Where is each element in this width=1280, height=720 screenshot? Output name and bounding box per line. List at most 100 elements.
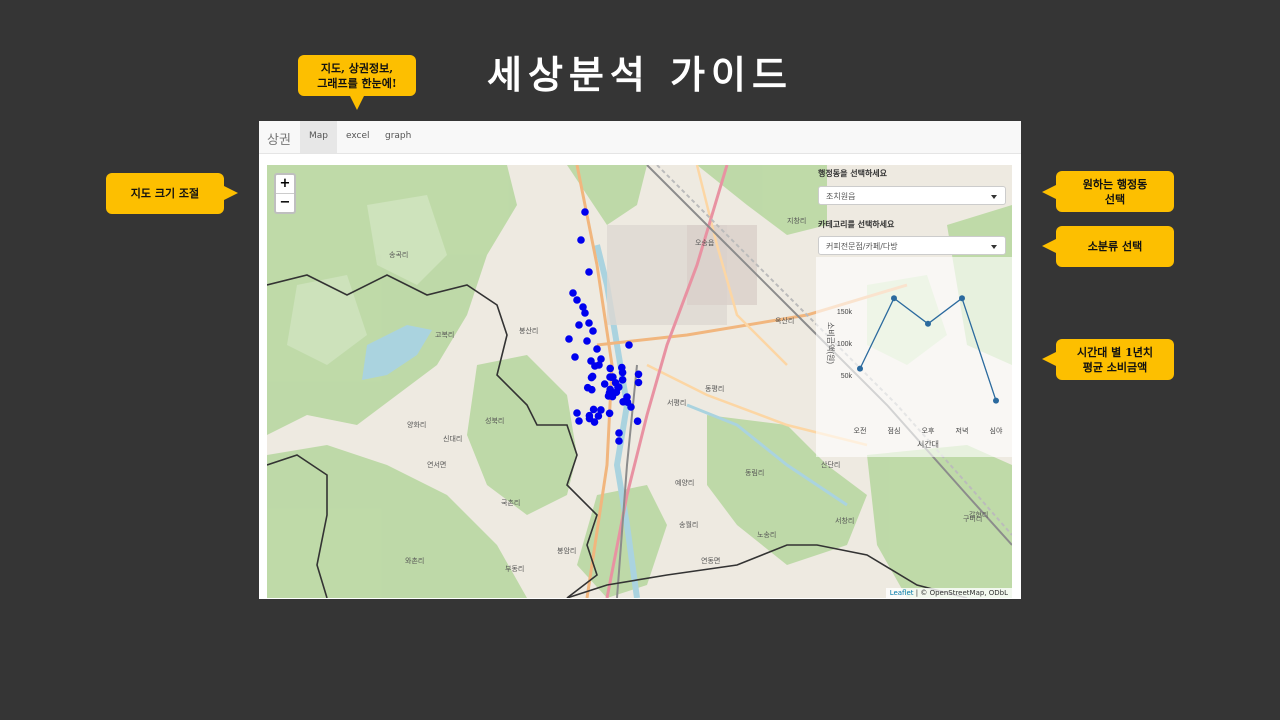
dong-select-value: 조치원읍 [826, 192, 856, 201]
store-marker[interactable] [607, 373, 616, 381]
store-marker[interactable] [585, 319, 593, 327]
leaflet-link[interactable]: Leaflet [890, 589, 914, 597]
store-marker[interactable] [575, 321, 583, 329]
store-marker[interactable] [615, 383, 623, 391]
zoom-in-button[interactable]: + [276, 175, 294, 193]
y-tick-label: 100k [837, 341, 853, 348]
store-marker[interactable] [618, 376, 627, 384]
map-place-label: 갈현리 [969, 510, 988, 519]
data-point[interactable] [891, 295, 897, 302]
store-marker[interactable] [615, 437, 623, 445]
store-marker[interactable] [591, 362, 599, 370]
map-place-label: 송월리 [679, 520, 698, 529]
store-marker[interactable] [569, 289, 577, 297]
map-place-label: 동평리 [705, 384, 724, 393]
navbar-brand[interactable]: 상권 [267, 129, 291, 148]
map-place-label: 와촌리 [405, 556, 424, 565]
x-tick-label: 오후 [922, 427, 935, 435]
map-place-label: 국촌리 [501, 498, 520, 507]
store-marker[interactable] [618, 368, 627, 377]
map-attribution: Leaflet | © OpenStreetMap, ODbL [885, 588, 1012, 598]
map-place-label: 연서면 [427, 460, 446, 469]
store-marker[interactable] [593, 345, 601, 353]
store-marker[interactable] [565, 335, 573, 343]
map-place-label: 부동리 [505, 564, 524, 573]
store-marker[interactable] [583, 337, 591, 345]
tab-graph[interactable]: graph [376, 121, 420, 153]
map-place-label: 고복리 [435, 330, 454, 339]
zoom-out-button[interactable]: − [276, 193, 294, 212]
arrow-down-icon [350, 96, 364, 110]
store-marker[interactable] [589, 405, 598, 414]
callout-overview: 지도, 상권정보, 그래프를 한눈에! [298, 55, 416, 96]
map-place-label: 노송리 [757, 530, 776, 539]
x-tick-label: 심야 [990, 426, 1003, 435]
store-marker[interactable] [585, 414, 594, 423]
map-place-label: 서창리 [835, 516, 854, 525]
store-marker[interactable] [589, 327, 597, 335]
store-marker[interactable] [573, 296, 581, 304]
store-marker[interactable] [594, 412, 603, 420]
app-window: 상권 Map excel graph 오송읍 고복리 봉산리 연서면 서평리 동… [259, 121, 1021, 599]
store-marker[interactable] [623, 393, 631, 401]
category-select[interactable]: 커피전문점/카페/다방 [818, 236, 1006, 255]
data-point[interactable] [857, 365, 863, 372]
callout-dong: 원하는 행정동 선택 [1056, 171, 1174, 212]
map-place-label: 송곡리 [389, 250, 408, 259]
callout-chart: 시간대 별 1년치 평균 소비금액 [1056, 339, 1174, 380]
category-select-label: 카테고리를 선택하세요 [818, 220, 895, 229]
map-place-label: 서평리 [667, 398, 686, 407]
store-marker[interactable] [606, 364, 614, 373]
store-marker[interactable] [585, 268, 593, 276]
store-marker[interactable] [571, 353, 579, 361]
store-marker[interactable] [583, 383, 592, 392]
x-axis-label: 시간대 [917, 439, 939, 449]
tab-map[interactable]: Map [300, 121, 337, 153]
data-point[interactable] [925, 320, 931, 327]
dong-select[interactable]: 조치원읍 [818, 186, 1006, 205]
map-place-label: 봉암리 [557, 546, 576, 555]
store-marker[interactable] [600, 380, 609, 388]
store-marker[interactable] [597, 355, 605, 363]
map-place-label: 양화리 [407, 420, 426, 429]
caret-down-icon [991, 245, 997, 249]
arrow-left-icon [1042, 239, 1056, 253]
store-marker[interactable] [625, 341, 633, 349]
tab-excel[interactable]: excel [337, 121, 379, 153]
store-marker[interactable] [577, 236, 585, 244]
store-marker[interactable] [573, 409, 581, 417]
map-place-label: 신대리 [443, 434, 462, 443]
store-marker[interactable] [634, 378, 643, 387]
spending-chart: 50k 100k 150k 오전 점심 오후 저녁 심야시간대 소비금액(원) [816, 257, 1012, 457]
y-axis-label: 소비금액(원) [826, 322, 836, 364]
navbar: 상권 Map excel graph [259, 121, 1021, 154]
x-tick-label: 오전 [854, 426, 867, 435]
attribution-text: | © OpenStreetMap, ODbL [913, 589, 1008, 597]
store-marker[interactable] [633, 417, 642, 425]
store-marker[interactable] [615, 429, 623, 437]
store-marker[interactable] [606, 385, 614, 394]
map-place-label: 동림리 [745, 468, 764, 477]
map-place-label: 연동면 [701, 556, 720, 565]
caret-down-icon [991, 195, 997, 199]
map-place-label: 예양리 [675, 478, 694, 487]
store-marker[interactable] [588, 372, 597, 381]
store-marker[interactable] [581, 309, 589, 317]
store-marker[interactable] [575, 417, 583, 425]
y-tick-label: 150k [837, 309, 853, 316]
store-marker[interactable] [627, 403, 635, 411]
store-marker[interactable] [634, 370, 643, 379]
category-select-value: 커피전문점/카페/다방 [826, 242, 898, 251]
data-point[interactable] [959, 295, 965, 302]
y-tick-label: 50k [841, 373, 853, 380]
arrow-right-icon [224, 186, 238, 200]
x-tick-label: 저녁 [956, 426, 969, 435]
filter-panel: 행정동을 선택하세요 조치원읍 카테고리를 선택하세요 커피전문점/카페/다방 … [816, 165, 1012, 457]
data-point[interactable] [993, 397, 999, 404]
callout-category: 소분류 선택 [1056, 226, 1174, 267]
callout-zoom: 지도 크기 조절 [106, 173, 224, 214]
store-marker[interactable] [581, 208, 589, 216]
store-marker[interactable] [605, 409, 614, 418]
map[interactable]: 오송읍 고복리 봉산리 연서면 서평리 동평리 송곡리 양화리 옥산리 신대리 성북리 예양리 국촌리 봉… [267, 165, 1012, 598]
map-place-label: 성북리 [485, 416, 504, 425]
